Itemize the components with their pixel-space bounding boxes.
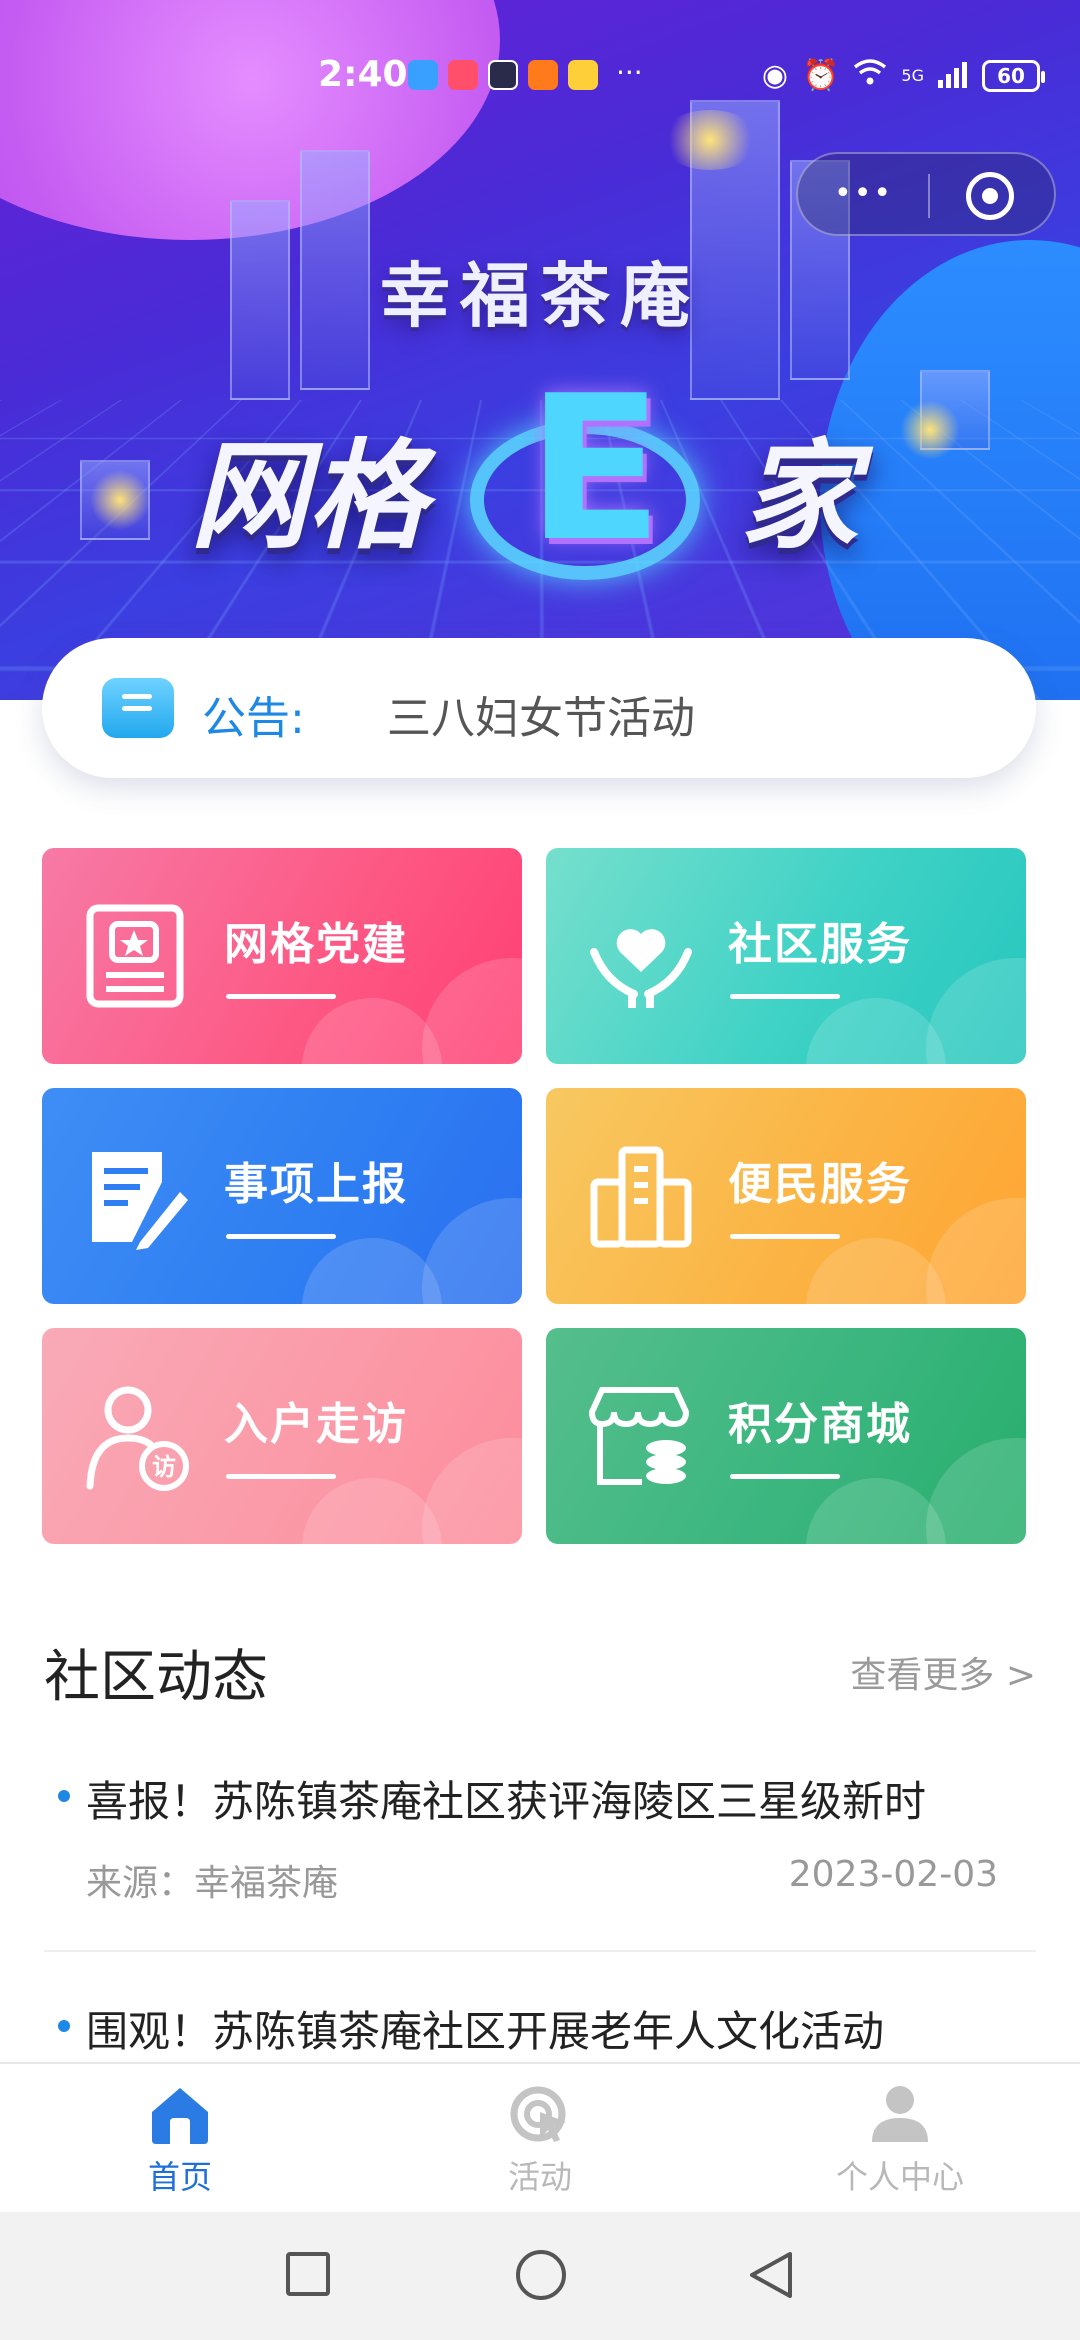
home-icon — [152, 2088, 208, 2144]
taobao-icon — [528, 60, 558, 90]
divider — [44, 1950, 1036, 1952]
report-edit-icon — [92, 1152, 188, 1250]
label-underline — [730, 1474, 840, 1479]
building-icon — [590, 1146, 692, 1248]
label-underline — [226, 1474, 336, 1479]
notification-icons: ··· — [408, 56, 643, 90]
bullet-dot — [58, 1790, 70, 1802]
banner-title: 网格 家 — [0, 400, 1080, 565]
alarm-icon: ⏰ — [802, 57, 840, 93]
bullet-dot — [58, 2020, 70, 2032]
network-type: 5G — [901, 65, 924, 85]
close-miniprogram-button[interactable] — [966, 172, 1014, 220]
tab-label: 活动 — [507, 2158, 572, 2196]
tab-home[interactable]: 首页 — [80, 2082, 280, 2202]
announcement-icon — [102, 678, 174, 738]
service-card-report[interactable]: 事项上报 — [42, 1088, 522, 1304]
app-notification-icon — [408, 60, 438, 90]
status-time: 2:40 — [318, 54, 408, 95]
service-card-community[interactable]: 社区服务 — [546, 848, 1026, 1064]
activity-icon — [510, 2086, 566, 2142]
recent-apps-button[interactable] — [286, 2252, 330, 2296]
banner-glow — [660, 110, 760, 170]
tab-label: 个人中心 — [835, 2158, 964, 2196]
card-decoration — [806, 1478, 946, 1544]
battery-icon: 60 — [982, 59, 1045, 92]
news-title[interactable]: 喜报！苏陈镇茶庵社区获评海陵区三星级新时 — [86, 1768, 926, 1829]
announcement-bar[interactable]: 公告: 三八妇女节活动 — [42, 638, 1036, 778]
service-label: 积分商城 — [728, 1399, 912, 1450]
banner-title-left: 网格 — [190, 427, 427, 565]
card-decoration — [302, 1478, 442, 1544]
service-card-points-mall[interactable]: 积分商城 — [546, 1328, 1026, 1544]
tab-bar: 首页 活动 个人中心 — [0, 2062, 1080, 2212]
more-menu-button[interactable]: ••• — [834, 176, 893, 211]
news-title[interactable]: 围观！苏陈镇茶庵社区开展老年人文化活动 — [86, 1998, 884, 2058]
announcement-label: 公告: — [202, 693, 305, 744]
back-button[interactable] — [744, 2248, 798, 2302]
news-item[interactable]: 围观！苏陈镇茶庵社区开展老年人文化活动 — [44, 1998, 1036, 2058]
service-label: 网格党建 — [224, 919, 408, 970]
service-card-convenience[interactable]: 便民服务 — [546, 1088, 1026, 1304]
announcement-text[interactable]: 三八妇女节活动 — [387, 682, 695, 746]
svg-text:访: 访 — [152, 1453, 176, 1481]
visit-person-icon: 访 — [86, 1386, 189, 1491]
news-source: 来源：幸福茶庵 — [86, 1863, 339, 1904]
tab-activity[interactable]: 活动 — [440, 2082, 640, 2202]
service-label: 社区服务 — [728, 919, 912, 970]
news-date: 2023-02-03 — [788, 1854, 998, 1895]
system-navigation-bar — [0, 2212, 1080, 2340]
section-title: 社区动态 — [44, 1645, 268, 1710]
profile-icon — [872, 2086, 928, 2142]
service-label: 便民服务 — [728, 1159, 912, 1210]
service-card-party-building[interactable]: 网格党建 — [42, 848, 522, 1064]
card-decoration — [806, 1238, 946, 1304]
miniprogram-capsule: ••• — [796, 152, 1056, 236]
app-notification-icon — [448, 60, 478, 90]
eye-icon: ◉ — [761, 57, 789, 93]
banner-title-right: 家 — [740, 427, 859, 565]
card-decoration — [302, 998, 442, 1064]
label-underline — [730, 994, 840, 999]
heart-hands-icon — [590, 929, 692, 1008]
tab-label: 首页 — [147, 2158, 212, 2196]
capsule-divider — [928, 174, 930, 218]
see-more-link[interactable]: 查看更多 > — [850, 1646, 1036, 1698]
status-icons: ◉ ⏰ 5G 60 — [761, 57, 1045, 93]
service-label: 事项上报 — [224, 1159, 408, 1210]
tab-profile[interactable]: 个人中心 — [800, 2082, 1000, 2202]
card-decoration — [302, 1238, 442, 1304]
card-decoration — [806, 998, 946, 1064]
label-underline — [730, 1234, 840, 1239]
status-bar: 2:40 ··· ◉ ⏰ 5G 60 — [0, 50, 1080, 110]
service-card-home-visit[interactable]: 访 入户走访 — [42, 1328, 522, 1544]
weibo-icon — [568, 60, 598, 90]
wifi-icon — [853, 58, 887, 93]
label-underline — [226, 994, 336, 999]
label-underline — [226, 1234, 336, 1239]
banner-subtitle: 幸福茶庵 — [380, 255, 700, 337]
party-building-icon — [86, 904, 184, 1008]
more-notifications-icon: ··· — [616, 56, 643, 89]
signal-icon — [938, 60, 968, 92]
service-label: 入户走访 — [224, 1399, 408, 1450]
app-notification-icon — [488, 60, 518, 90]
store-coins-icon — [588, 1387, 690, 1485]
home-button[interactable] — [516, 2250, 566, 2300]
news-item[interactable]: 喜报！苏陈镇茶庵社区获评海陵区三星级新时 来源：幸福茶庵 2023-02-03 — [44, 1768, 1036, 1952]
